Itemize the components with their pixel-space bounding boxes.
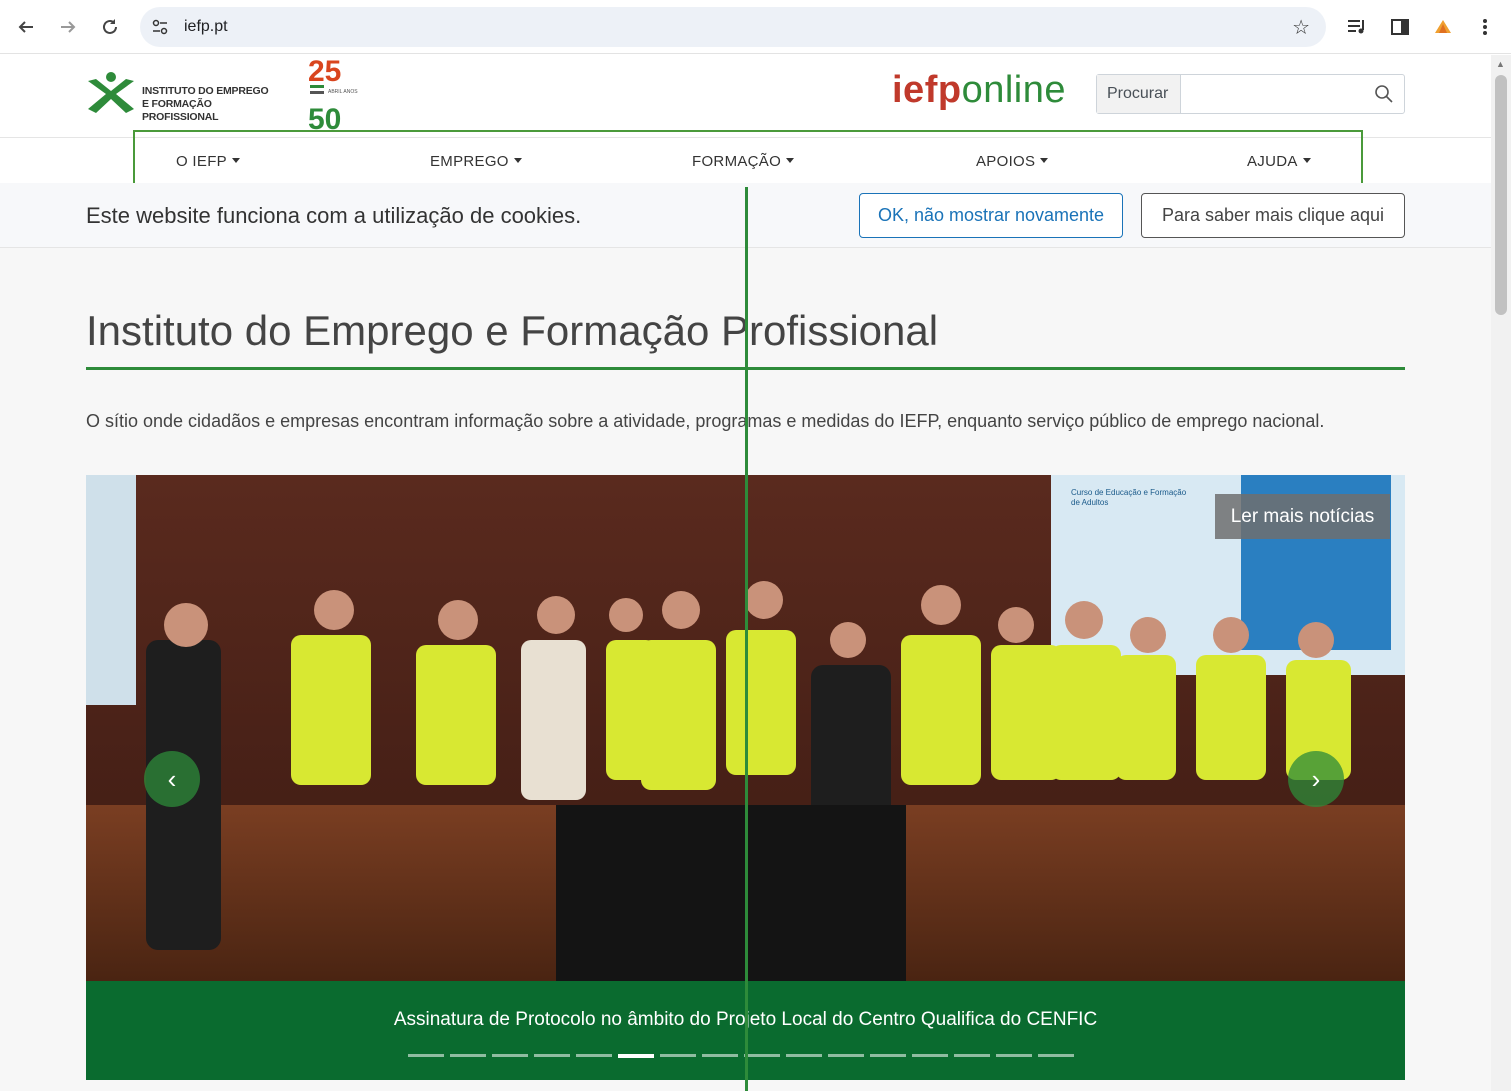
url-text[interactable]: iefp.pt [184, 18, 228, 36]
reload-icon[interactable] [96, 13, 124, 41]
carousel-indicator[interactable] [618, 1054, 654, 1058]
page-title: Instituto do Emprego e Formação Profissi… [86, 307, 939, 354]
brand-part-2: online [961, 69, 1066, 111]
carousel-indicator[interactable] [408, 1054, 444, 1057]
anniversary-bottom: 50 [308, 103, 341, 133]
page-scrollbar[interactable]: ▲ [1491, 55, 1511, 1091]
nav-item-o-iefp[interactable]: O IEFP [176, 153, 240, 170]
extension-icon[interactable] [1430, 14, 1456, 40]
carousel-indicators [408, 1054, 1074, 1058]
search-input[interactable] [1183, 77, 1363, 111]
carousel-indicator[interactable] [828, 1054, 864, 1057]
cookie-ok-button[interactable]: OK, não mostrar novamente [859, 193, 1123, 238]
logo-line-1: INSTITUTO DO EMPREGO [142, 85, 269, 97]
logo-text: INSTITUTO DO EMPREGO E FORMAÇÃO PROFISSI… [142, 85, 286, 124]
search-icon[interactable] [1374, 84, 1394, 104]
logo-line-2: E FORMAÇÃO PROFISSIONAL [142, 98, 219, 123]
slide-text-1: Curso de Educação e Formação [1071, 488, 1187, 497]
star-icon[interactable]: ☆ [1292, 15, 1310, 40]
media-icon[interactable] [1344, 14, 1370, 40]
scrollbar-thumb[interactable] [1495, 75, 1507, 315]
carousel-next-button[interactable]: › [1288, 751, 1344, 807]
read-more-news-button[interactable]: Ler mais notícias [1215, 494, 1390, 539]
scroll-up-icon[interactable]: ▲ [1496, 59, 1505, 69]
search-box[interactable]: Procurar [1096, 74, 1405, 114]
carousel-indicator[interactable] [954, 1054, 990, 1057]
carousel-indicator[interactable] [786, 1054, 822, 1057]
anniversary-top: 25 [308, 55, 341, 88]
side-panel-icon[interactable] [1387, 14, 1413, 40]
site-header: INSTITUTO DO EMPREGO E FORMAÇÃO PROFISSI… [0, 55, 1491, 137]
search-label: Procurar [1097, 75, 1181, 113]
iefponline-brand[interactable]: iefponline [892, 69, 1066, 112]
address-bar[interactable]: iefp.pt ☆ [140, 7, 1326, 47]
carousel-indicator[interactable] [870, 1054, 906, 1057]
carousel-indicator[interactable] [744, 1054, 780, 1057]
lead-paragraph: O sítio onde cidadãos e empresas encontr… [86, 411, 1325, 431]
nav-item-emprego[interactable]: EMPREGO [430, 153, 522, 170]
carousel-indicator[interactable] [576, 1054, 612, 1057]
nav-item-apoios[interactable]: APOIOS [976, 153, 1048, 170]
nav-item-formacao[interactable]: FORMAÇÃO [692, 153, 794, 170]
carousel-indicator[interactable] [996, 1054, 1032, 1057]
menu-icon[interactable] [1472, 14, 1498, 40]
carousel-indicator[interactable] [492, 1054, 528, 1057]
overlay-vertical-guide [745, 187, 748, 1091]
carousel-indicator[interactable] [660, 1054, 696, 1057]
carousel-prev-button[interactable]: ‹ [144, 751, 200, 807]
carousel-indicator[interactable] [912, 1054, 948, 1057]
back-icon[interactable] [12, 13, 40, 41]
forward-icon[interactable] [54, 13, 82, 41]
brand-part-1: iefp [892, 69, 962, 111]
slide-text-2: de Adultos [1071, 498, 1108, 507]
anniversary-logo: 25 ABRIL ANOS 50 [308, 55, 372, 136]
carousel-indicator[interactable] [534, 1054, 570, 1057]
carousel-indicator[interactable] [450, 1054, 486, 1057]
cookie-more-info-button[interactable]: Para saber mais clique aqui [1141, 193, 1405, 238]
main-navigation: O IEFP EMPREGO FORMAÇÃO APOIOS AJUDA [0, 130, 1491, 189]
browser-toolbar: iefp.pt ☆ [0, 0, 1511, 54]
cookie-message: Este website funciona com a utilização d… [86, 203, 582, 228]
carousel-indicator[interactable] [702, 1054, 738, 1057]
anniversary-small: ABRIL ANOS [328, 89, 358, 95]
carousel-indicator[interactable] [1038, 1054, 1074, 1057]
nav-item-ajuda[interactable]: AJUDA [1247, 153, 1311, 170]
chevron-right-icon: › [1311, 763, 1321, 794]
chevron-left-icon: ‹ [167, 763, 177, 794]
iefp-logo[interactable]: INSTITUTO DO EMPREGO E FORMAÇÃO PROFISSI… [86, 71, 286, 123]
iefp-emblem-icon [88, 72, 134, 113]
site-settings-icon[interactable] [150, 17, 170, 37]
